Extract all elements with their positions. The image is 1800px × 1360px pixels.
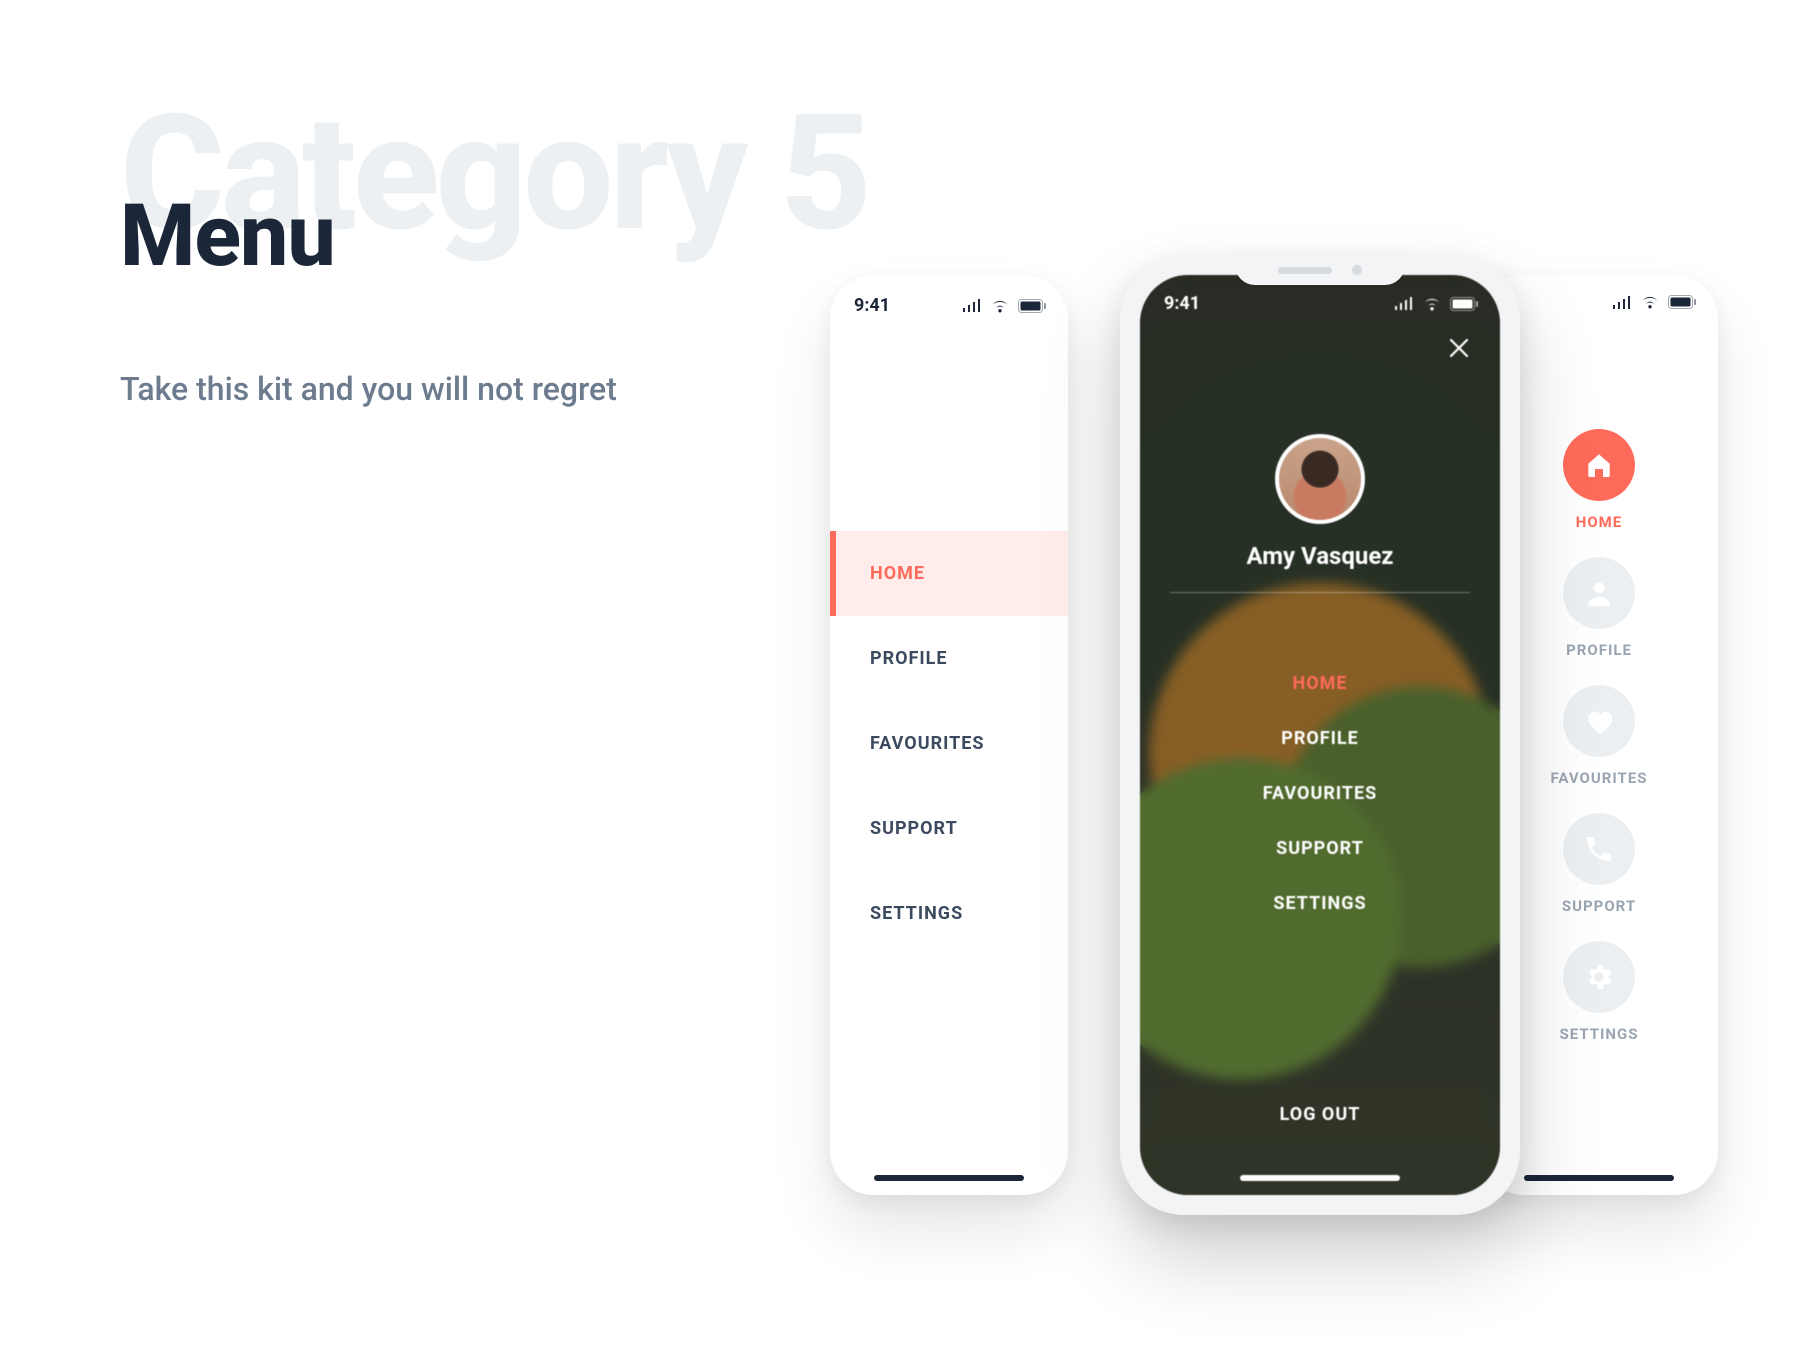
status-indicators [1394, 297, 1478, 311]
close-icon [1448, 337, 1470, 359]
cellular-icon [1612, 296, 1632, 309]
right-menu-item-label: PROFILE [1566, 641, 1632, 659]
left-menu-item-favourites[interactable]: FAVOURITES [830, 701, 1068, 786]
avatar[interactable] [1275, 434, 1365, 524]
right-menu-item-support[interactable]: SUPPORT [1562, 813, 1636, 915]
divider [1170, 592, 1470, 593]
phone-icon [1563, 813, 1635, 885]
speaker-icon [1278, 267, 1332, 274]
right-menu-item-label: SUPPORT [1562, 897, 1636, 915]
phone-left: 9:41 HOME PROFILE FAVOURITES SUPPORT SET… [830, 275, 1068, 1195]
center-menu-item-settings[interactable]: SETTINGS [1273, 893, 1366, 914]
left-menu-item-label: HOME [870, 563, 925, 584]
wifi-icon [990, 299, 1010, 313]
battery-icon [1668, 295, 1696, 309]
center-menu-item-favourites[interactable]: FAVOURITES [1263, 783, 1377, 804]
right-menu-item-label: FAVOURITES [1550, 769, 1647, 787]
left-menu-item-support[interactable]: SUPPORT [830, 786, 1068, 871]
status-time: 9:41 [1164, 293, 1200, 314]
camera-icon [1352, 265, 1362, 275]
left-menu-item-home[interactable]: HOME [830, 531, 1068, 616]
right-menu-item-profile[interactable]: PROFILE [1563, 557, 1635, 659]
right-menu-item-favourites[interactable]: FAVOURITES [1550, 685, 1647, 787]
status-indicators [962, 299, 1046, 313]
right-menu-item-label: SETTINGS [1560, 1025, 1639, 1043]
left-menu-item-settings[interactable]: SETTINGS [830, 871, 1068, 956]
right-menu-item-settings[interactable]: SETTINGS [1560, 941, 1639, 1043]
right-menu-item-home[interactable]: HOME [1563, 429, 1635, 531]
page-subtitle: Take this kit and you will not regret [120, 370, 617, 408]
page-title: Menu [120, 185, 335, 286]
status-bar: 9:41 [830, 275, 1068, 326]
center-menu-item-home[interactable]: HOME [1292, 673, 1347, 694]
cellular-icon [1394, 297, 1414, 310]
center-menu: HOME PROFILE FAVOURITES SUPPORT SETTINGS [1263, 673, 1377, 914]
center-menu-item-profile[interactable]: PROFILE [1281, 728, 1359, 749]
status-time: 9:41 [854, 295, 890, 316]
user-icon [1563, 557, 1635, 629]
gear-icon [1563, 941, 1635, 1013]
right-menu-item-label: HOME [1576, 513, 1623, 531]
left-menu-item-label: FAVOURITES [870, 733, 984, 754]
heart-icon [1563, 685, 1635, 757]
home-icon [1563, 429, 1635, 501]
logout-button[interactable]: LOG OUT [1280, 1104, 1361, 1125]
left-menu: HOME PROFILE FAVOURITES SUPPORT SETTINGS [830, 531, 1068, 956]
left-menu-item-profile[interactable]: PROFILE [830, 616, 1068, 701]
battery-icon [1450, 297, 1478, 311]
home-indicator [874, 1175, 1024, 1181]
left-menu-item-label: SETTINGS [870, 903, 963, 924]
close-button[interactable] [1444, 333, 1474, 363]
phones-stage: 9:41 HOME PROFILE FAVOURITES SUPPORT SET… [830, 265, 1730, 1265]
user-name: Amy Vasquez [1246, 542, 1393, 570]
center-menu-item-support[interactable]: SUPPORT [1276, 838, 1364, 859]
wifi-icon [1422, 297, 1442, 311]
phone-center: 9:41 Amy Vasquez HOME PROFILE FAV [1120, 255, 1520, 1215]
cellular-icon [962, 299, 982, 312]
home-indicator [1524, 1175, 1674, 1181]
wifi-icon [1640, 295, 1660, 309]
phone-notch [1235, 255, 1405, 285]
home-indicator [1240, 1175, 1400, 1181]
heading: Category 5 Menu [120, 95, 868, 255]
battery-icon [1018, 299, 1046, 313]
phone-center-screen: 9:41 Amy Vasquez HOME PROFILE FAV [1140, 275, 1500, 1195]
left-menu-item-label: PROFILE [870, 648, 948, 669]
status-indicators [1612, 295, 1696, 309]
left-menu-item-label: SUPPORT [870, 818, 958, 839]
